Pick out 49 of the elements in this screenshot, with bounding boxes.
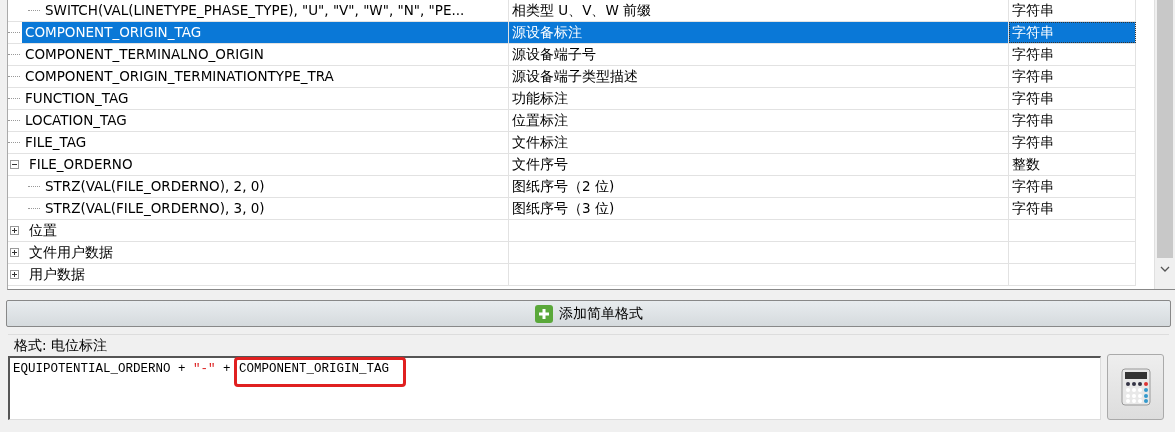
tree-item[interactable]: COMPONENT_ORIGIN_TAG [22,22,508,43]
tree-item[interactable]: 位置 [26,220,508,241]
table-cell: 整数 [1012,155,1040,174]
table-cell: 图纸序号（2 位) [512,177,615,196]
tree-item[interactable]: STRZ(VAL(FILE_ORDERNO), 2, 0) [42,176,508,197]
tree-item[interactable]: 用户数据 [26,264,508,285]
table-cell: 位置标注 [512,111,568,130]
table-cell: 功能标注 [512,89,568,108]
scroll-down-icon[interactable] [1160,266,1170,272]
formula-text: + [222,362,232,376]
table-cell: 字符串 [1012,111,1054,130]
calculator-icon [1120,368,1151,406]
table-cell: 字符串 [1012,89,1054,108]
tree-item[interactable]: FUNCTION_TAG [22,88,508,109]
tree-item[interactable]: FILE_ORDERNO [26,154,508,175]
table-cell: 字符串 [1012,67,1054,86]
tree-item[interactable]: SWITCH(VAL(LINETYPE_PHASE_TYPE), "U", "V", "W", "N", "PE... [42,0,508,21]
add-format-button[interactable]: 添加简单格式 [6,300,1171,327]
group-label: 格式: 电位标注 [13,337,107,355]
tree-item[interactable]: STRZ(VAL(FILE_ORDERNO), 3, 0) [42,198,508,219]
tree-item[interactable]: 文件用户数据 [26,242,508,263]
tree-item[interactable]: FILE_TAG [22,132,508,153]
table-cell: 字符串 [1012,199,1054,218]
table-cell: 字符串 [1012,1,1054,20]
table-cell: 文件序号 [512,155,568,174]
table-cell: 源设备端子类型描述 [512,67,638,86]
formula-text: EQUIPOTENTIAL_ORDERNO + [13,362,187,376]
formula-field[interactable]: EQUIPOTENTIAL_ORDERNO + "-" + COMPONENT_ORIGIN_TAG [8,356,1101,420]
tree-item[interactable]: COMPONENT_ORIGIN_TERMINATIONTYPE_TRA [22,66,508,87]
table-cell: 字符串 [1012,177,1054,196]
tree-item[interactable]: COMPONENT_TERMINALNO_ORIGIN [22,44,508,65]
plus-icon [534,304,553,323]
highlighted-text: COMPONENT_ORIGIN_TAG [234,357,407,387]
table-cell: 字符串 [1012,23,1054,42]
expander-icon[interactable] [10,224,22,237]
tree-item[interactable]: LOCATION_TAG [22,110,508,131]
table-cell: 文件标注 [512,133,568,152]
expander-icon[interactable] [10,246,22,259]
scrollbar[interactable] [1154,0,1175,289]
calculator-button[interactable] [1107,354,1164,420]
table-cell: 源设备标注 [512,23,582,42]
formula-text: "-" [193,362,216,376]
table-cell: 源设备端子号 [512,45,596,64]
table-cell: 字符串 [1012,133,1054,152]
table-cell: 相类型 U、V、W 前缀 [512,1,652,20]
table-cell: 字符串 [1012,45,1054,64]
expander-icon[interactable] [10,158,22,171]
table-cell: 图纸序号（3 位) [512,199,615,218]
expander-icon[interactable] [10,268,22,281]
